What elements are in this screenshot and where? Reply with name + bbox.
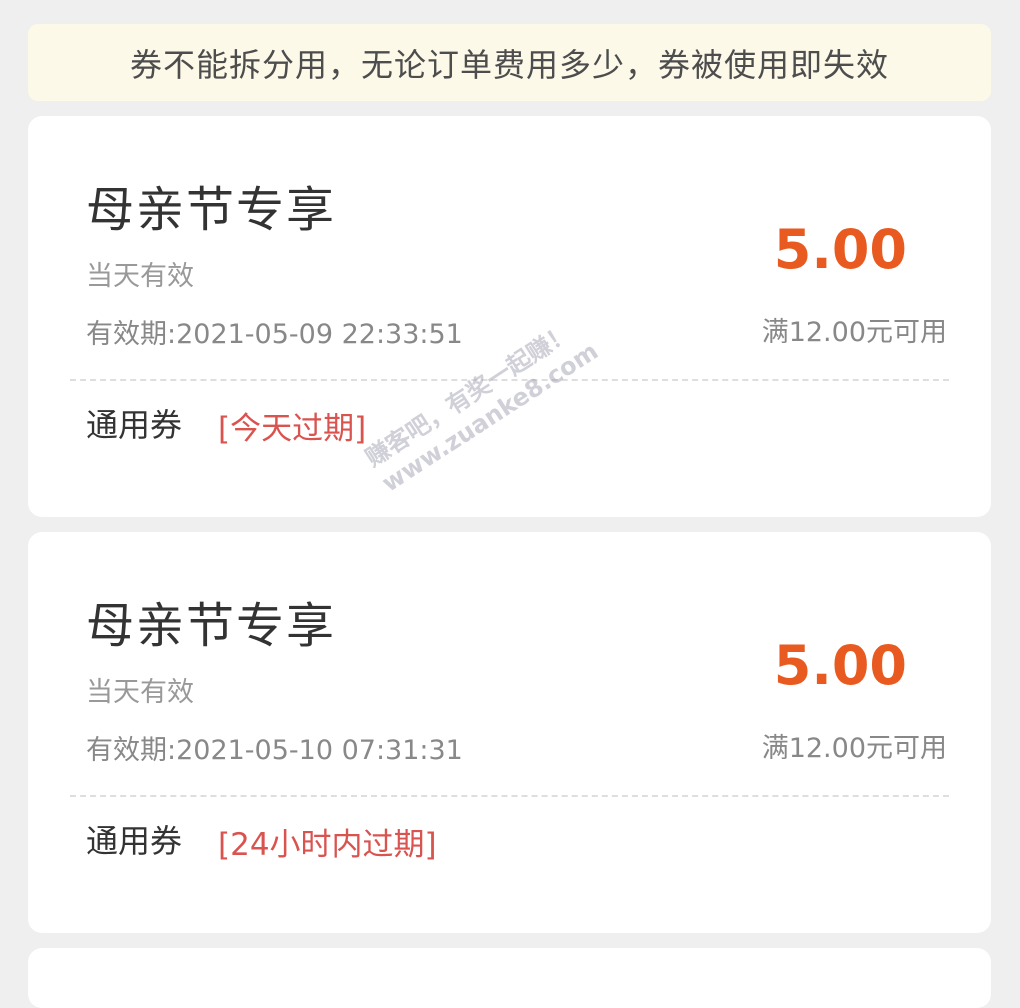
coupon-condition: 满12.00元可用 [761, 733, 947, 764]
coupon-divider [70, 795, 949, 797]
notice-text: 券不能拆分用，无论订单费用多少，券被使用即失效 [129, 45, 889, 84]
coupon-subtitle: 当天有效 [86, 677, 194, 708]
coupon-type: 通用券 [86, 822, 183, 860]
coupon-validity: 有效期:2021-05-10 07:31:31 [86, 735, 463, 766]
coupon-amount: 5.00 [773, 634, 907, 697]
coupon-card-partial[interactable] [28, 948, 991, 1008]
coupon-expire-tag: [24小时内过期] [218, 827, 437, 863]
coupon-amount: 5.00 [773, 218, 907, 281]
coupon-title: 母亲节专享 [86, 182, 337, 238]
coupon-condition: 满12.00元可用 [761, 317, 947, 348]
coupon-divider [70, 379, 949, 381]
coupon-validity: 有效期:2021-05-09 22:33:51 [86, 319, 463, 350]
coupon-card[interactable]: 母亲节专享 当天有效 有效期:2021-05-09 22:33:51 5.00 … [28, 116, 991, 517]
coupon-type: 通用券 [86, 406, 183, 444]
coupon-expire-tag: [今天过期] [218, 411, 367, 447]
coupon-card[interactable]: 母亲节专享 当天有效 有效期:2021-05-10 07:31:31 5.00 … [28, 532, 991, 933]
coupon-subtitle: 当天有效 [86, 261, 194, 292]
notice-banner: 券不能拆分用，无论订单费用多少，券被使用即失效 [28, 24, 991, 101]
coupon-title: 母亲节专享 [86, 598, 337, 654]
